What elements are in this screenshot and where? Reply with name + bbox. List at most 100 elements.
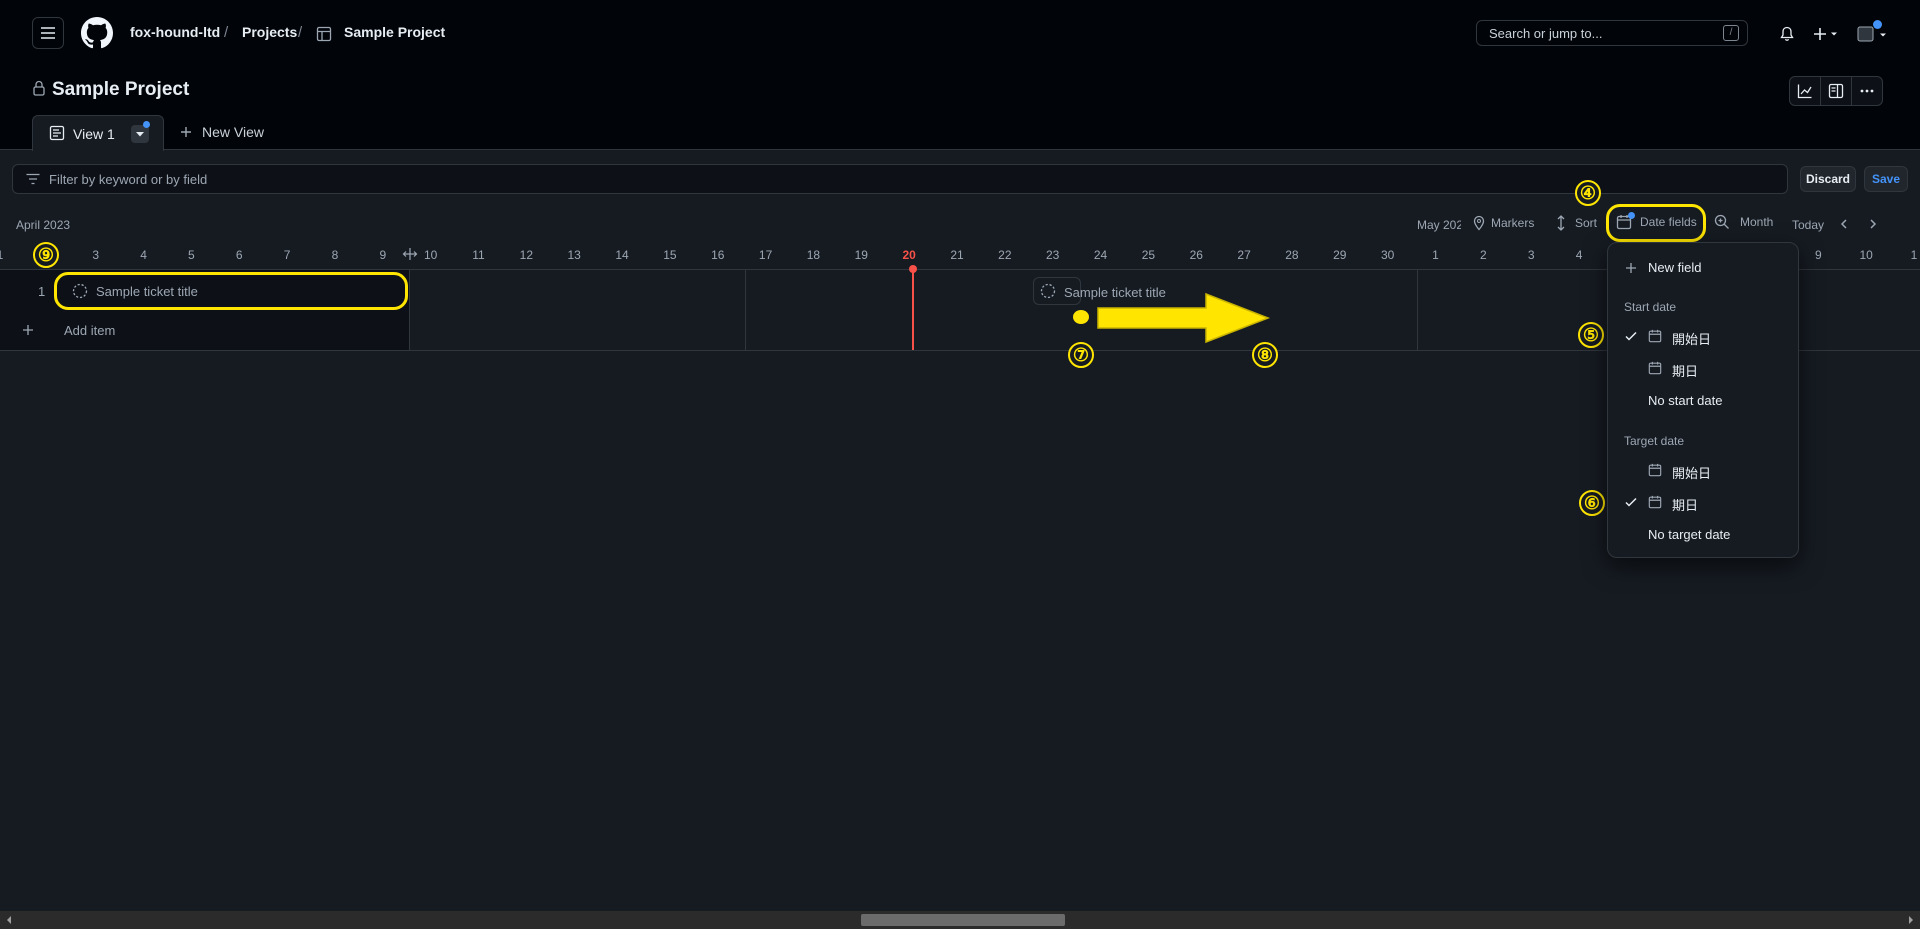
day-number: 21 [950,248,964,262]
day-number: 13 [567,248,581,262]
annotation-highlight-date-fields [1606,204,1706,242]
zoom-month-button[interactable]: Month [1714,214,1773,230]
annotation-arrow-icon [1097,292,1271,344]
filter-icon [26,173,40,185]
chevron-left-icon[interactable] [1838,218,1850,230]
no-target-date-label: No target date [1648,527,1731,542]
start-date-header: Start date [1624,300,1677,314]
breadcrumb-project[interactable]: Sample Project [344,24,445,40]
today-line [912,268,914,350]
scrollbar-thumb[interactable] [861,914,1065,926]
slash-key-hint: / [1723,25,1739,41]
annotation-badge-9: ⑨ [33,242,59,268]
week-line [745,270,746,350]
arrow-both-icon [1557,215,1565,231]
day-number: 16 [711,248,725,262]
chevron-right-icon[interactable] [1867,218,1879,230]
filter-input[interactable]: Filter by keyword or by field [12,164,1788,194]
breadcrumb-org[interactable]: fox-hound-ltd [130,24,220,40]
row-number: 1 [38,284,46,299]
new-field-item[interactable]: New field [1608,255,1798,281]
annotation-badge-4: ④ [1575,180,1601,206]
target-option-kijitsu[interactable]: 期日 [1608,489,1798,515]
day-number: 10 [1859,248,1873,262]
day-number: 9 [379,248,387,262]
next-month-label: May 202 [1417,218,1461,232]
save-button[interactable]: Save [1864,166,1908,192]
breadcrumb-separator: / [224,24,229,41]
option-label: 開始日 [1672,332,1712,347]
zoom-in-icon [1714,214,1729,229]
new-field-label: New field [1648,260,1702,275]
day-number: 17 [758,248,773,262]
day-number: 6 [235,248,243,262]
tab-label: View 1 [73,126,115,142]
start-option-kijitsu[interactable]: 期日 [1608,355,1798,381]
day-number: 14 [615,248,629,262]
no-start-date-item[interactable]: No start date [1608,387,1798,413]
hamburger-icon [41,27,55,39]
scroll-left-icon[interactable] [4,915,14,925]
side-panel-button[interactable] [1820,76,1852,106]
tab-view-1[interactable]: View 1 [32,115,164,151]
day-number: 15 [663,248,677,262]
day-number: 1 [1910,248,1918,262]
today-marker [909,265,917,273]
resize-handle-icon[interactable] [401,247,419,261]
plus-icon [1813,28,1826,40]
lock-icon [33,80,45,96]
breadcrumb-projects[interactable]: Projects [242,24,297,40]
day-number: 1 [0,248,15,262]
month-zoom-label: Month [1740,215,1774,229]
check-icon [1625,497,1637,507]
option-label: 期日 [1672,498,1699,513]
day-number: 8 [331,248,339,262]
calendar-icon [1648,463,1662,477]
sidebar-icon [1828,83,1844,99]
calendar-icon [1648,495,1662,509]
menu-button[interactable] [32,17,64,49]
day-number: 9 [1814,248,1822,262]
day-number: 27 [1237,248,1251,262]
annotation-badge-5: ⑤ [1578,322,1604,348]
start-option-kaishibi[interactable]: 開始日 [1608,323,1798,349]
scroll-right-icon[interactable] [1906,915,1916,925]
triangle-down-icon [136,132,144,137]
kebab-horizontal-icon [1860,89,1874,93]
user-avatar-menu[interactable] [1857,20,1889,44]
project-header [0,66,1920,150]
view-options-button[interactable] [131,121,150,143]
table-icon [316,26,332,42]
sort-button[interactable]: Sort [1555,214,1597,232]
no-start-date-label: No start date [1648,393,1723,408]
option-label: 期日 [1672,364,1699,379]
day-number: 22 [998,248,1012,262]
day-number: 4 [1575,248,1583,262]
markers-label: Markers [1491,216,1535,230]
today-button[interactable]: Today [1792,218,1824,232]
target-option-kaishibi[interactable]: 開始日 [1608,457,1798,483]
day-number: 26 [1189,248,1203,262]
add-item-row[interactable]: Add item [0,316,409,346]
new-view-button[interactable]: New View [180,124,264,140]
check-icon [1625,331,1637,341]
day-number: 23 [1046,248,1060,262]
location-icon [1473,215,1485,231]
more-options-button[interactable] [1851,76,1883,106]
day-number: 3 [92,248,100,262]
day-number: 12 [519,248,534,262]
horizontal-scrollbar[interactable] [0,911,1920,929]
markers-button[interactable]: Markers [1472,215,1534,231]
day-number: 29 [1333,248,1347,262]
date-fields-menu: New field Start date 開始日 期日 No start dat… [1607,242,1799,558]
discard-button[interactable]: Discard [1800,166,1856,192]
breadcrumb-separator: / [298,24,303,41]
search-input[interactable]: Search or jump to... / [1476,20,1748,46]
bell-icon[interactable] [1779,26,1795,42]
no-target-date-item[interactable]: No target date [1608,521,1798,547]
insights-button[interactable] [1789,76,1821,106]
github-logo-icon[interactable] [81,17,113,49]
create-new-button[interactable] [1810,24,1840,44]
plus-icon [181,127,191,137]
month-divider [1417,270,1418,350]
